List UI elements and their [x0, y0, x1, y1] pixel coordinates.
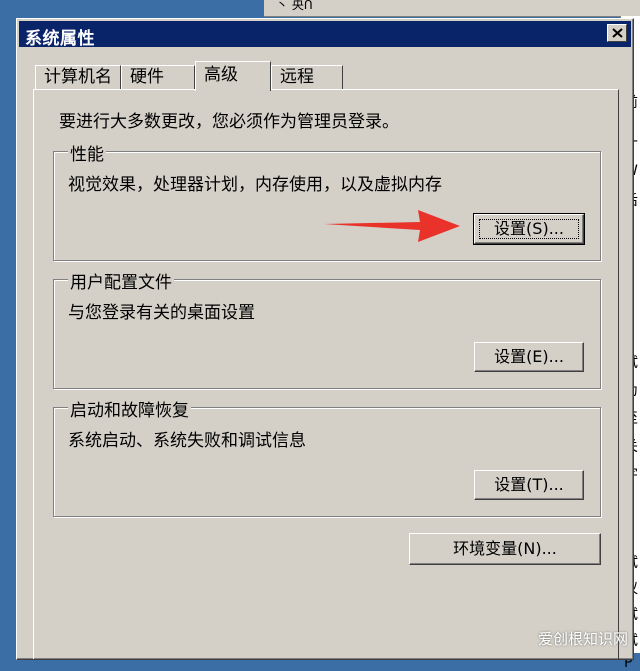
dialog-title: 系统属性 — [25, 29, 95, 49]
performance-group-desc: 视觉效果，处理器计划，内存使用，以及虚拟内存 — [68, 175, 442, 195]
startup-recovery-group: 启动和故障恢复 系统启动、系统失败和调试信息 设置(T)... — [53, 396, 601, 517]
startup-recovery-settings-button[interactable]: 设置(T)... — [474, 470, 584, 500]
tab-advanced[interactable]: 高级 — [195, 61, 271, 91]
user-profiles-group-desc: 与您登录有关的桌面设置 — [68, 303, 255, 323]
environment-variables-button[interactable]: 环境变量(N)... — [409, 533, 601, 565]
close-icon — [612, 28, 623, 38]
tab-remote[interactable]: 远程 — [271, 65, 343, 89]
watermark-text: 爱创根知识网 — [537, 630, 628, 648]
startup-recovery-group-desc: 系统启动、系统失败和调试信息 — [68, 431, 306, 451]
performance-settings-button[interactable]: 设置(S)... — [473, 213, 585, 245]
dialog-titlebar[interactable]: 系统属性 — [19, 21, 631, 49]
user-profiles-settings-button[interactable]: 设置(E)... — [474, 342, 584, 372]
tab-computer-name[interactable]: 计算机名 — [35, 65, 121, 89]
background-title-fragment: 丶 央ᑎ — [276, 0, 313, 12]
tab-hardware[interactable]: 硬件 — [121, 65, 195, 89]
close-button[interactable] — [607, 24, 627, 42]
performance-group-label: 性能 — [68, 140, 106, 165]
background-window-titlebar: 丶 央ᑎ — [264, 0, 640, 17]
startup-recovery-group-label: 启动和故障恢复 — [68, 396, 191, 421]
focus-rectangle — [479, 219, 579, 239]
admin-note: 要进行大多数更改，您必须作为管理员登录。 — [59, 112, 399, 132]
system-properties-dialog: 系统属性 计算机名 硬件 高级 远程 要进行大多数更改，您必须作为管理员登录。 … — [16, 18, 634, 660]
red-arrow-annotation — [324, 210, 460, 242]
user-profiles-group-label: 用户配置文件 — [68, 268, 174, 293]
user-profiles-group: 用户配置文件 与您登录有关的桌面设置 设置(E)... — [53, 268, 601, 389]
